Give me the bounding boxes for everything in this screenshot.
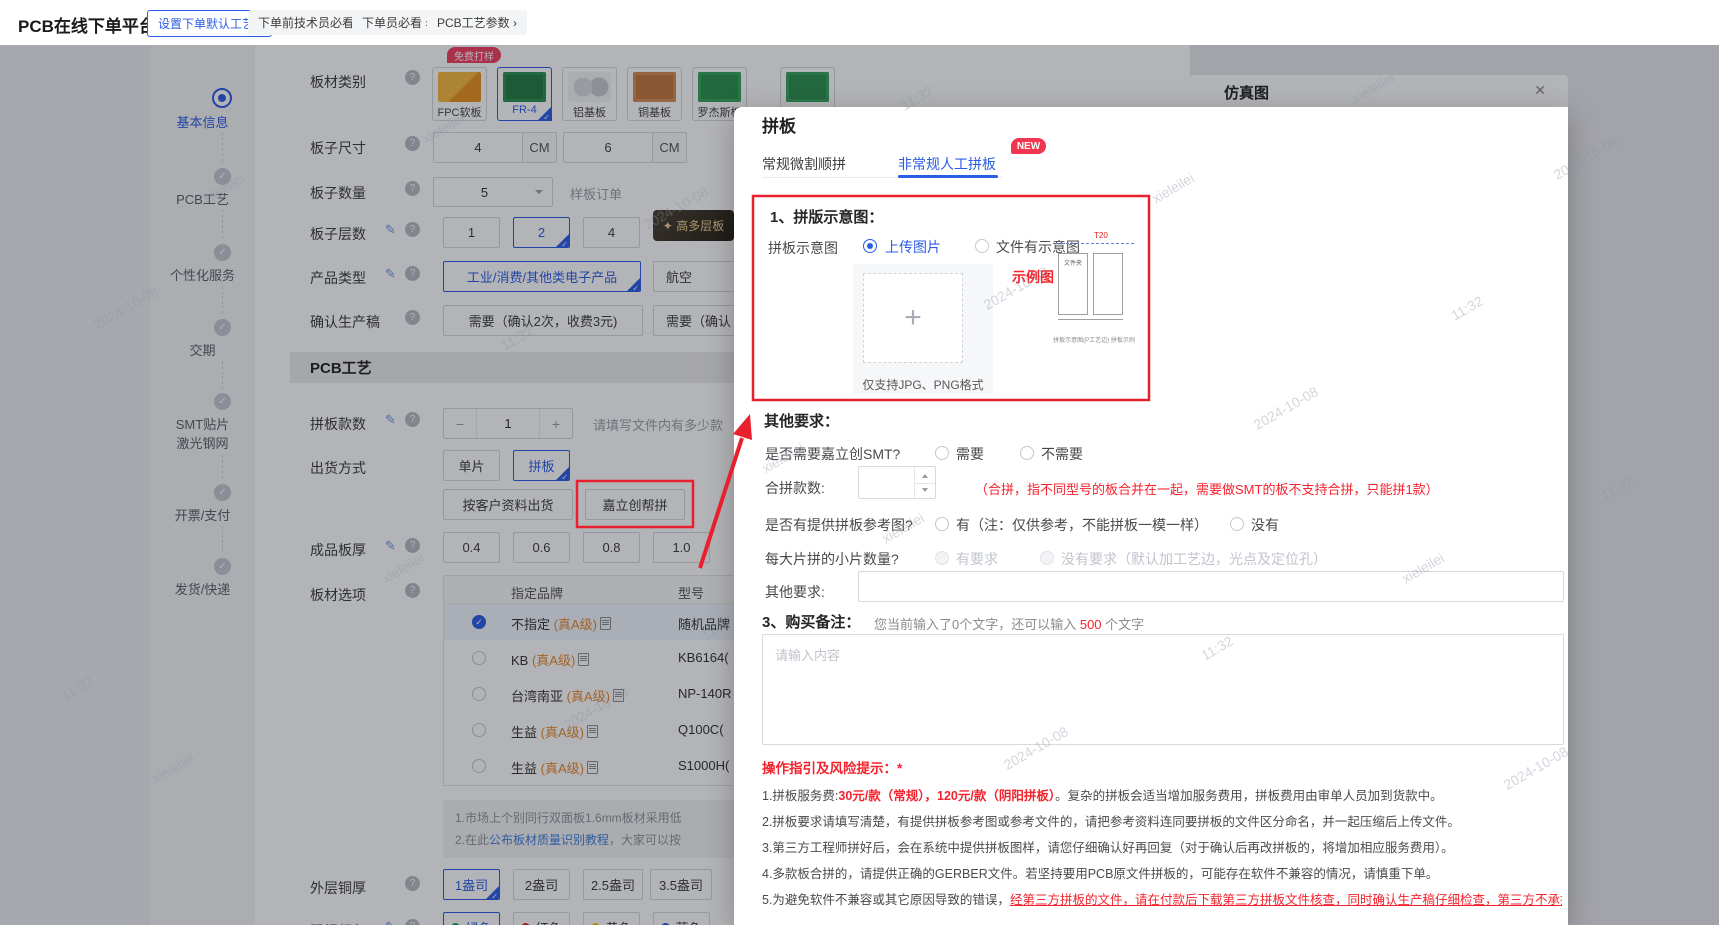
other-requirements-label: 其他要求:: [765, 584, 825, 600]
textarea-placeholder: 请输入内容: [775, 648, 841, 663]
page-title: PCB在线下单平台: [18, 17, 156, 36]
radio-pieces-required-icon: [935, 551, 949, 565]
other-requirements-input[interactable]: [858, 571, 1564, 602]
section3-heading: 3、购买备注：: [762, 614, 861, 631]
app-window: PCB在线下单平台 设置下单默认工艺 › 下单前技术员必看 › 下单员必看 › …: [0, 0, 1719, 925]
active-tab-underline: [898, 175, 998, 178]
section1-heading: 1、拼版示意图：: [770, 209, 884, 226]
guide-item-1: 1.拼板服务费:30元/款（常规），120元/款（阴阳拼板）。复杂的拼板会适当增…: [762, 789, 1443, 803]
merge-count-input[interactable]: [858, 466, 936, 499]
option-ref-yes[interactable]: 有（注：仅供参考，不能拼板一模一样）: [956, 515, 1208, 535]
radio-ref-no-icon[interactable]: [1230, 517, 1244, 531]
modal-title: 拼板: [762, 117, 796, 136]
example-t20-dimension: T20: [1094, 231, 1108, 240]
guide-item-3: 3.第三方工程师拼好后，会在系统中提供拼板图样，请您仔细确认好再回复（对于确认后…: [762, 841, 1454, 855]
panelize-modal: 拼板 常规微割顺拼 非常规人工拼板 NEW 1、拼版示意图： 拼板示意图 上传图…: [734, 107, 1568, 925]
option-upload-image[interactable]: 上传图片: [885, 237, 941, 257]
example-dashed-line: [1056, 243, 1134, 244]
upload-plus-icon[interactable]: +: [863, 273, 963, 363]
guide-item-4: 4.多款板合拼的，请提供正确的GERBER文件。若坚持要用PCB原文件拼板的，可…: [762, 867, 1439, 881]
chars-remaining: 500: [1079, 617, 1102, 632]
example-caption: 拼板示意图(P工艺边) 拼板示例: [1053, 338, 1135, 344]
example-board-rect: 文件夹: [1058, 253, 1088, 315]
option-pieces-norequirement: 没有要求（默认加工艺边，光点及定位孔）: [1061, 551, 1327, 567]
radio-pieces-norequirement-icon: [1040, 551, 1054, 565]
radio-smt-need-icon[interactable]: [935, 446, 949, 460]
new-badge: NEW: [1011, 138, 1046, 154]
radio-smt-noneed-icon[interactable]: [1020, 446, 1034, 460]
sketch-row-label: 拼板示意图: [768, 240, 838, 256]
guide-title: 操作指引及风险提示：*: [762, 761, 903, 776]
merge-count-warning: （合拼，指不同型号的板合并在一起，需要做SMT的板不支持合拼，只能拼1款）: [975, 482, 1439, 497]
guide-item-5: 5.为避免软件不兼容或其它原因导致的错误，经第三方拼板的文件，请在付款后下载第三…: [762, 893, 1562, 907]
option-smt-need[interactable]: 需要: [956, 444, 984, 464]
ref-image-label: 是否有提供拼板参考图?: [765, 517, 913, 533]
tab-manual-panelize[interactable]: 非常规人工拼板: [898, 154, 996, 174]
example-baseline: [1058, 319, 1123, 320]
top-bar: PCB在线下单平台 设置下单默认工艺 › 下单前技术员必看 › 下单员必看 › …: [0, 0, 1719, 46]
example-board-rect: [1093, 253, 1123, 315]
upload-dropzone[interactable]: + 仅支持JPG、PNG格式: [853, 264, 993, 394]
merge-count-label: 合拼款数:: [765, 480, 825, 496]
section2-heading: 其他要求：: [764, 413, 840, 430]
char-counter: 您当前输入了0个文字，还可以输入 500 个文字: [874, 617, 1145, 632]
pcb-process-params-button[interactable]: PCB工艺参数 ›: [427, 10, 528, 35]
option-pieces-required: 有要求: [956, 551, 998, 567]
radio-ref-yes-icon[interactable]: [935, 517, 949, 531]
example-label: 示例图: [1012, 269, 1054, 285]
purchase-remark-textarea[interactable]: 请输入内容: [762, 634, 1564, 745]
tab-regular-panelize[interactable]: 常规微割顺拼: [762, 154, 846, 174]
guide-item-2: 2.拼板要求请填写清楚，有提供拼板参考图或参考文件的，请把参考资料连同要拼板的文…: [762, 815, 1460, 829]
radio-file-has-sketch-icon[interactable]: [975, 239, 989, 253]
upload-format-hint: 仅支持JPG、PNG格式: [862, 378, 984, 392]
option-smt-noneed[interactable]: 不需要: [1041, 444, 1083, 464]
radio-upload-image-icon[interactable]: [863, 239, 877, 253]
pieces-per-panel-label: 每大片拼的小片数量?: [765, 551, 899, 567]
option-ref-no[interactable]: 没有: [1251, 515, 1279, 535]
smt-question-label: 是否需要嘉立创SMT?: [765, 446, 901, 462]
spinner-down-icon[interactable]: [915, 482, 935, 498]
